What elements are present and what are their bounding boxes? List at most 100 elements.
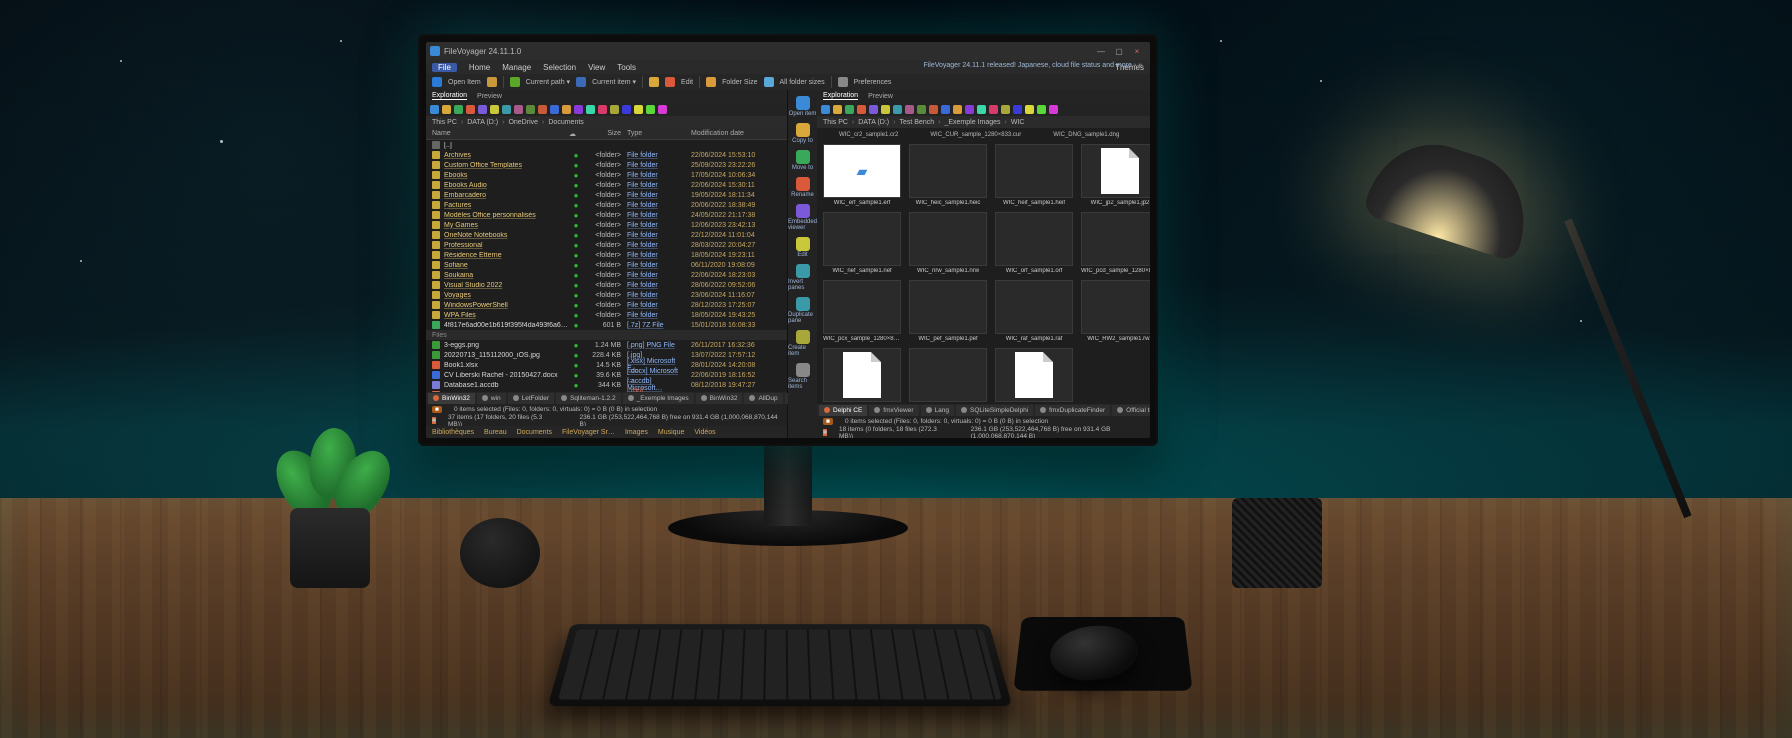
mid-tool-rename[interactable]: Rename bbox=[788, 175, 817, 200]
toolbar-icon[interactable] bbox=[977, 105, 986, 114]
list-row[interactable]: Modèles Office personnalisés●<folder>Fil… bbox=[426, 210, 787, 220]
list-row[interactable]: WindowsPowerShell●<folder>File folder28/… bbox=[426, 300, 787, 310]
ribbon-icon[interactable] bbox=[764, 77, 774, 87]
ribbon-label[interactable]: Folder Size bbox=[722, 79, 757, 86]
breadcrumb-segment[interactable]: DATA (D:) bbox=[858, 119, 895, 126]
col-name[interactable]: Name bbox=[432, 130, 569, 137]
list-row[interactable]: Professional●<folder>File folder28/03/20… bbox=[426, 240, 787, 250]
toolbar-icon[interactable] bbox=[941, 105, 950, 114]
toolbar-icon[interactable] bbox=[550, 105, 559, 114]
breadcrumb-segment[interactable]: This PC bbox=[432, 119, 463, 126]
ribbon-label[interactable]: Edit bbox=[681, 79, 693, 86]
menu-tools[interactable]: Tools bbox=[617, 63, 636, 72]
thumbnail[interactable]: WIC_heic_sample1.heic bbox=[909, 144, 987, 206]
toolbar-icon[interactable] bbox=[845, 105, 854, 114]
ribbon-label[interactable]: Open Item bbox=[448, 79, 481, 86]
toolbar-icon[interactable] bbox=[538, 105, 547, 114]
toolbar-icon[interactable] bbox=[869, 105, 878, 114]
ribbon-icon[interactable] bbox=[576, 77, 586, 87]
list-row[interactable]: 3-eggs.png●1.24 MB[.png] PNG File26/11/2… bbox=[426, 340, 787, 350]
thumbnail[interactable]: WIC_nef_sample1.nef bbox=[823, 212, 901, 274]
list-row[interactable]: Sofiane●<folder>File folder06/11/2020 19… bbox=[426, 260, 787, 270]
ribbon-icon[interactable] bbox=[838, 77, 848, 87]
ribbon-icon[interactable] bbox=[649, 77, 659, 87]
menu-selection[interactable]: Selection bbox=[543, 63, 576, 72]
list-row[interactable]: 4f817e6ad00e1b619f395f4da493f6a62e6018…●… bbox=[426, 320, 787, 330]
toolbar-icon[interactable] bbox=[586, 105, 595, 114]
list-row[interactable]: [..] bbox=[426, 140, 787, 150]
toolbar-icon[interactable] bbox=[953, 105, 962, 114]
toolbar-icon[interactable] bbox=[917, 105, 926, 114]
list-row[interactable]: WPA Files●<folder>File folder18/05/2024 … bbox=[426, 310, 787, 320]
thumbnail[interactable] bbox=[823, 348, 901, 404]
toolbar-icon[interactable] bbox=[658, 105, 667, 114]
list-row[interactable]: Résidence Etterne●<folder>File folder18/… bbox=[426, 250, 787, 260]
menu-view[interactable]: View bbox=[588, 63, 605, 72]
left-list-header[interactable]: Name ☁ Size Type Modification date bbox=[426, 128, 787, 140]
right-thumbnail-grid[interactable]: WIC_cr2_sample1.cr2WIC_CUR_sample_1280×8… bbox=[817, 128, 1150, 404]
ribbon-icon[interactable] bbox=[487, 77, 497, 87]
mid-tool-edit[interactable]: Edit bbox=[788, 235, 817, 260]
ribbon-icon[interactable] bbox=[510, 77, 520, 87]
mid-tool-move-to[interactable]: Move to bbox=[788, 148, 817, 173]
breadcrumb-segment[interactable]: OneDrive bbox=[508, 119, 544, 126]
ribbon-label[interactable]: All folder sizes bbox=[780, 79, 825, 86]
menu-file[interactable]: File bbox=[432, 63, 457, 72]
maximize-button[interactable]: ▢ bbox=[1110, 47, 1128, 56]
list-row[interactable]: Soukaina●<folder>File folder22/06/2024 1… bbox=[426, 270, 787, 280]
toolbar-icon[interactable] bbox=[526, 105, 535, 114]
tab-exploration[interactable]: Exploration bbox=[823, 92, 858, 100]
toolbar-icon[interactable] bbox=[490, 105, 499, 114]
list-row[interactable]: OneNote Notebooks●<folder>File folder22/… bbox=[426, 230, 787, 240]
list-row[interactable]: Custom Office Templates●<folder>File fol… bbox=[426, 160, 787, 170]
list-row[interactable]: 20220713_115112000_iOS.jpg●228.4 KB[.jpg… bbox=[426, 350, 787, 360]
folder-tab[interactable]: Lang bbox=[921, 405, 954, 416]
favorite-link[interactable]: Vidéos bbox=[694, 429, 715, 436]
toolbar-icon[interactable] bbox=[1037, 105, 1046, 114]
toolbar-icon[interactable] bbox=[893, 105, 902, 114]
list-row[interactable]: Factures●<folder>File folder20/06/2022 1… bbox=[426, 200, 787, 210]
toolbar-icon[interactable] bbox=[1049, 105, 1058, 114]
folder-tab[interactable]: Delphi CE bbox=[819, 405, 867, 416]
thumbnail[interactable]: WIC_pcd_sample_1280×833.pcd bbox=[1081, 212, 1150, 274]
menu-manage[interactable]: Manage bbox=[502, 63, 531, 72]
mid-tool-invert-panes[interactable]: Invert panes bbox=[788, 262, 817, 293]
folder-tab[interactable]: BinWin32 bbox=[428, 393, 475, 404]
list-row[interactable]: Database1.accdb●344 KB[.accdb] Microsoft… bbox=[426, 380, 787, 390]
folder-tab[interactable]: _Exemple Images bbox=[623, 393, 694, 404]
ribbon-icon[interactable] bbox=[706, 77, 716, 87]
titlebar[interactable]: FileVoyager 24.11.1.0 — ▢ × bbox=[426, 42, 1150, 60]
toolbar-icon[interactable] bbox=[833, 105, 842, 114]
toolbar-icon[interactable] bbox=[478, 105, 487, 114]
toolbar-icon[interactable] bbox=[1013, 105, 1022, 114]
folder-tab[interactable]: win bbox=[477, 393, 506, 404]
toolbar-icon[interactable] bbox=[634, 105, 643, 114]
favorite-link[interactable]: Bureau bbox=[484, 429, 507, 436]
favorite-link[interactable]: FileVoyager Sr… bbox=[562, 429, 615, 436]
thumbnail[interactable]: ▰WIC_erf_sample1.erf bbox=[823, 144, 901, 206]
toolbar-icon[interactable] bbox=[1025, 105, 1034, 114]
list-row[interactable]: Visual Studio 2022●<folder>File folder28… bbox=[426, 280, 787, 290]
list-row[interactable]: Ebooks Audio●<folder>File folder22/06/20… bbox=[426, 180, 787, 190]
folder-tab[interactable]: LetFolder bbox=[508, 393, 554, 404]
folder-tab[interactable]: SQLiteSimpleDelphi bbox=[956, 405, 1033, 416]
favorite-link[interactable]: Documents bbox=[517, 429, 552, 436]
minimize-button[interactable]: — bbox=[1092, 47, 1110, 56]
toolbar-icon[interactable] bbox=[574, 105, 583, 114]
toolbar-icon[interactable] bbox=[929, 105, 938, 114]
list-row[interactable]: Book1.xlsx●14.5 KB[.xlsx] Microsoft E…28… bbox=[426, 360, 787, 370]
toolbar-icon[interactable] bbox=[466, 105, 475, 114]
mid-tool-search-items[interactable]: Search items bbox=[788, 361, 817, 392]
toolbar-icon[interactable] bbox=[881, 105, 890, 114]
thumbnail[interactable]: WIC_orf_sample1.orf bbox=[995, 212, 1073, 274]
breadcrumb-segment[interactable]: Documents bbox=[548, 119, 587, 126]
breadcrumb-segment[interactable]: WIC bbox=[1011, 119, 1029, 126]
thumbnail[interactable]: WIC_heif_sample1.heif bbox=[995, 144, 1073, 206]
left-breadcrumbs[interactable]: This PCDATA (D:)OneDriveDocuments bbox=[426, 116, 787, 128]
thumbnail[interactable] bbox=[909, 348, 987, 404]
toolbar-icon[interactable] bbox=[965, 105, 974, 114]
col-type[interactable]: Type bbox=[621, 130, 685, 137]
tab-exploration[interactable]: Exploration bbox=[432, 92, 467, 100]
favorite-link[interactable]: Bibliothèques bbox=[432, 429, 474, 436]
toolbar-icon[interactable] bbox=[598, 105, 607, 114]
